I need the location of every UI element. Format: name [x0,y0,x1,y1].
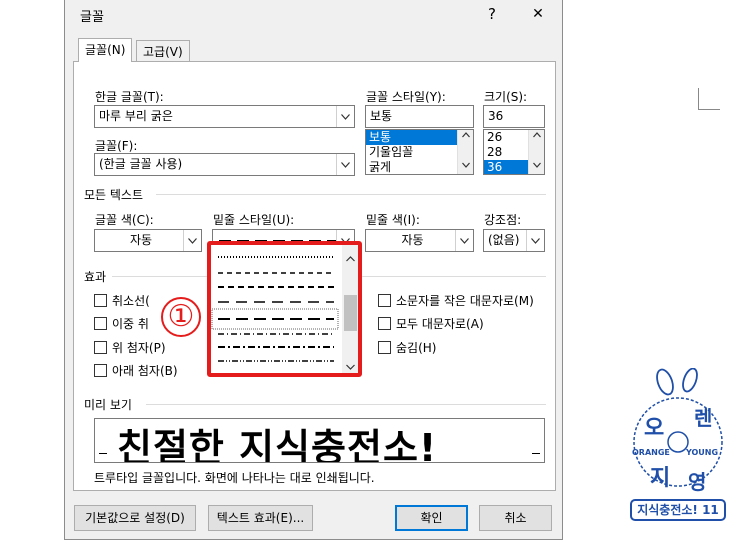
all-caps-label: 모두 대문자로(A) [396,317,484,331]
size-list[interactable]: 26 28 36 [483,129,545,175]
size-input[interactable]: 36 [483,105,545,128]
logo-char-bottom2: 영 [688,470,707,494]
orange-young-logo: 오 렌 ORANGE YOUNG 지 영 [628,368,732,500]
preview-box: 친절한 지식충전소! [94,418,545,463]
logo-char-top2: 렌 [694,406,713,430]
underline-style-label: 밑줄 스타일(U): [213,213,295,227]
chevron-up-icon[interactable] [529,132,544,142]
font-color-combobox[interactable]: 자동 [94,229,202,252]
logo-word-left: ORANGE [632,448,670,457]
tab-font[interactable]: 글꼴(N) [78,38,133,62]
subscript-checkbox[interactable] [94,364,107,377]
hangul-font-label: 한글 글꼴(T): [95,90,164,104]
divider [156,194,546,195]
text-effects-button[interactable]: 텍스트 효과(E)... [208,505,313,531]
font-style-list[interactable]: 보통 기울임꼴 굵게 [365,129,474,175]
tab-advanced[interactable]: 고급(V) [136,40,190,62]
strikethrough-label: 취소선( [112,294,150,308]
set-default-button[interactable]: 기본값으로 설정(D) [74,505,196,531]
emphasis-combobox[interactable]: (없음) [483,229,545,252]
logo-char-bottom: 지 [650,466,671,491]
font-color-value: 자동 [129,233,153,247]
logo-char-top: 오 [644,416,665,441]
hangul-font-value: 마루 부리 굵은 [99,109,173,123]
subscript-label: 아래 첨자(B) [112,364,178,378]
emphasis-label: 강조점: [484,213,522,227]
chevron-down-icon[interactable] [526,230,544,251]
superscript-checkbox[interactable] [94,341,107,354]
font-style-input[interactable]: 보통 [365,105,474,128]
hidden-checkbox[interactable] [378,341,391,354]
logo-word-right: YOUNG [686,448,719,457]
font-style-label: 글꼴 스타일(Y): [366,90,446,104]
chevron-down-icon[interactable] [458,162,473,172]
small-caps-checkbox[interactable] [378,294,391,307]
annotation-marker: ① [161,297,201,337]
superscript-label: 위 첨자(P) [112,341,166,355]
preview-header: 미리 보기 [84,398,132,412]
preview-text: 친절한 지식충전소! [117,426,438,463]
preview-note: 트루타입 글꼴입니다. 화면에 나타나는 대로 인쇄됩니다. [94,471,375,485]
chevron-down-icon[interactable] [455,230,473,251]
scrollbar[interactable] [457,130,473,174]
underline-color-combobox[interactable]: 자동 [365,229,474,252]
emphasis-value: (없음) [488,233,520,247]
underline-color-value: 자동 [401,233,424,247]
font-color-label: 글꼴 색(C): [95,213,154,227]
double-strikethrough-label: 이중 취 [112,317,149,331]
annotation-highlight-box [207,241,362,377]
size-label: 크기(S): [484,90,528,104]
list-item[interactable]: 36 [484,160,528,174]
chevron-down-icon[interactable] [336,106,354,127]
preview-baseline-right [532,453,540,454]
chevron-down-icon[interactable] [529,162,544,172]
underline-color-label: 밑줄 색(I): [366,213,420,227]
chevron-down-icon[interactable] [183,230,201,251]
scrollbar[interactable] [528,130,544,174]
close-button[interactable]: ✕ [526,3,550,25]
chevron-up-icon[interactable] [458,132,473,142]
small-caps-label: 소문자를 작은 대문자로(M) [396,294,534,308]
hangul-font-combobox[interactable]: 마루 부리 굵은 [94,105,355,128]
all-text-header: 모든 텍스트 [84,188,144,202]
all-caps-checkbox[interactable] [378,317,391,330]
strikethrough-checkbox[interactable] [94,294,107,307]
divider [146,404,546,405]
chevron-down-icon[interactable] [336,154,354,175]
font-value: (한글 글꼴 사용) [99,157,183,171]
list-item[interactable]: 보통 [366,130,457,145]
cancel-button[interactable]: 취소 [479,505,552,531]
effects-header: 효과 [84,270,107,284]
page-corner-mark [698,88,720,110]
dialog-title: 글꼴 [80,10,104,25]
font-label: 글꼴(F): [95,139,138,153]
font-combobox[interactable]: (한글 글꼴 사용) [94,153,355,176]
ok-button[interactable]: 확인 [395,505,468,531]
double-strikethrough-checkbox[interactable] [94,317,107,330]
hidden-label: 숨김(H) [396,341,437,355]
brand-badge: 지식충전소! 11 [630,499,726,521]
help-button[interactable]: ? [480,3,504,25]
preview-baseline-left [99,453,107,454]
